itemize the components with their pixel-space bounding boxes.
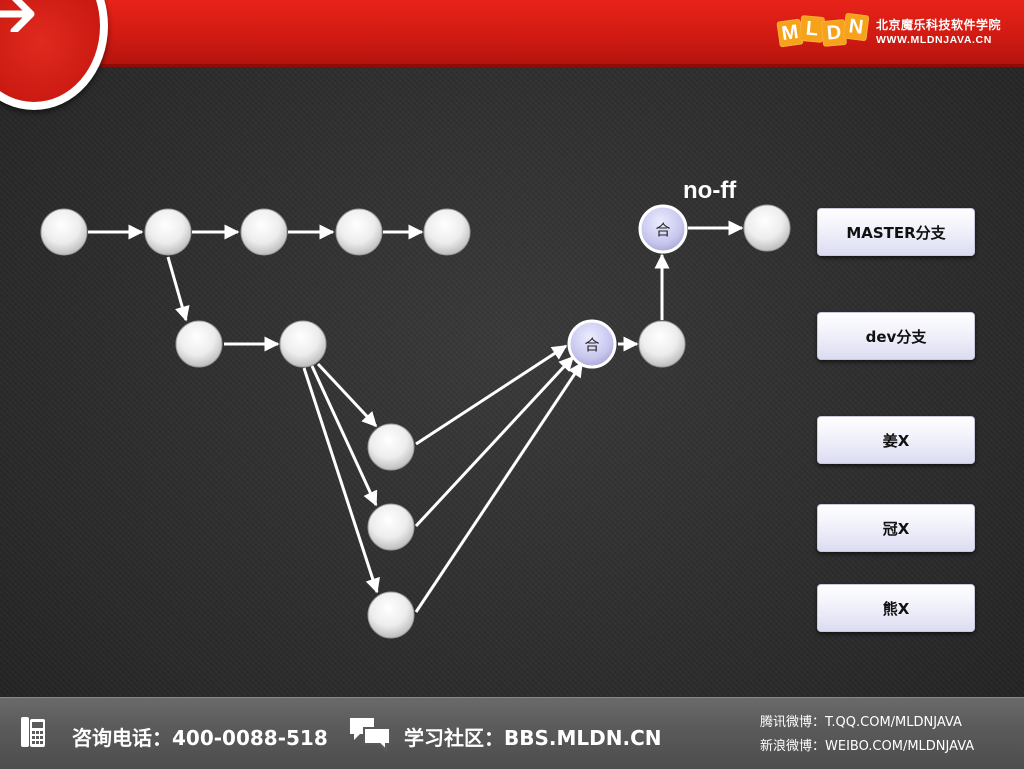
commit-node xyxy=(367,591,415,639)
no-ff-annotation: no-ff xyxy=(683,177,737,204)
phone-text: 咨询电话：400-0088-518 xyxy=(72,726,328,750)
chat-bubbles-icon xyxy=(350,718,391,752)
footer-bar: 咨询电话：400-0088-518 学习社区：BBS.MLDN.CN 腾讯微博：… xyxy=(0,697,1024,769)
forum-text: 学习社区：BBS.MLDN.CN xyxy=(404,726,662,750)
tencent-weibo-text: 腾讯微博：T.QQ.COM/MLDNJAVA xyxy=(760,715,962,730)
edge-p2-merge xyxy=(414,355,575,528)
phone-icon xyxy=(21,717,45,747)
commit-node xyxy=(40,208,88,256)
sina-weibo-text: 新浪微博：WEIBO.COM/MLDNJAVA xyxy=(760,739,975,754)
merge-label-master: 合 xyxy=(655,221,670,239)
commit-node xyxy=(175,320,223,368)
legend-master-branch[interactable]: MASTER分支 xyxy=(817,208,975,256)
merge-label-dev: 合 xyxy=(584,336,599,354)
legend-guan-branch[interactable]: 冠X xyxy=(817,504,975,552)
commit-node xyxy=(144,208,192,256)
edge-p3-merge xyxy=(414,361,584,613)
edge-d2-p2 xyxy=(310,365,378,507)
legend-jiang-branch[interactable]: 姜X xyxy=(817,416,975,464)
legend-dev-branch[interactable]: dev分支 xyxy=(817,312,975,360)
commit-node xyxy=(335,208,383,256)
edge-p1-merge xyxy=(415,344,568,446)
commit-node xyxy=(423,208,471,256)
commit-node xyxy=(367,503,415,551)
edge-m2-d1 xyxy=(166,256,190,322)
commit-node xyxy=(367,423,415,471)
commit-node xyxy=(638,320,686,368)
commit-node xyxy=(279,320,327,368)
branch-diagram: 合 合 xyxy=(40,204,791,639)
commit-node xyxy=(743,204,791,252)
commit-node xyxy=(240,208,288,256)
legend-xiong-branch[interactable]: 熊X xyxy=(817,584,975,632)
